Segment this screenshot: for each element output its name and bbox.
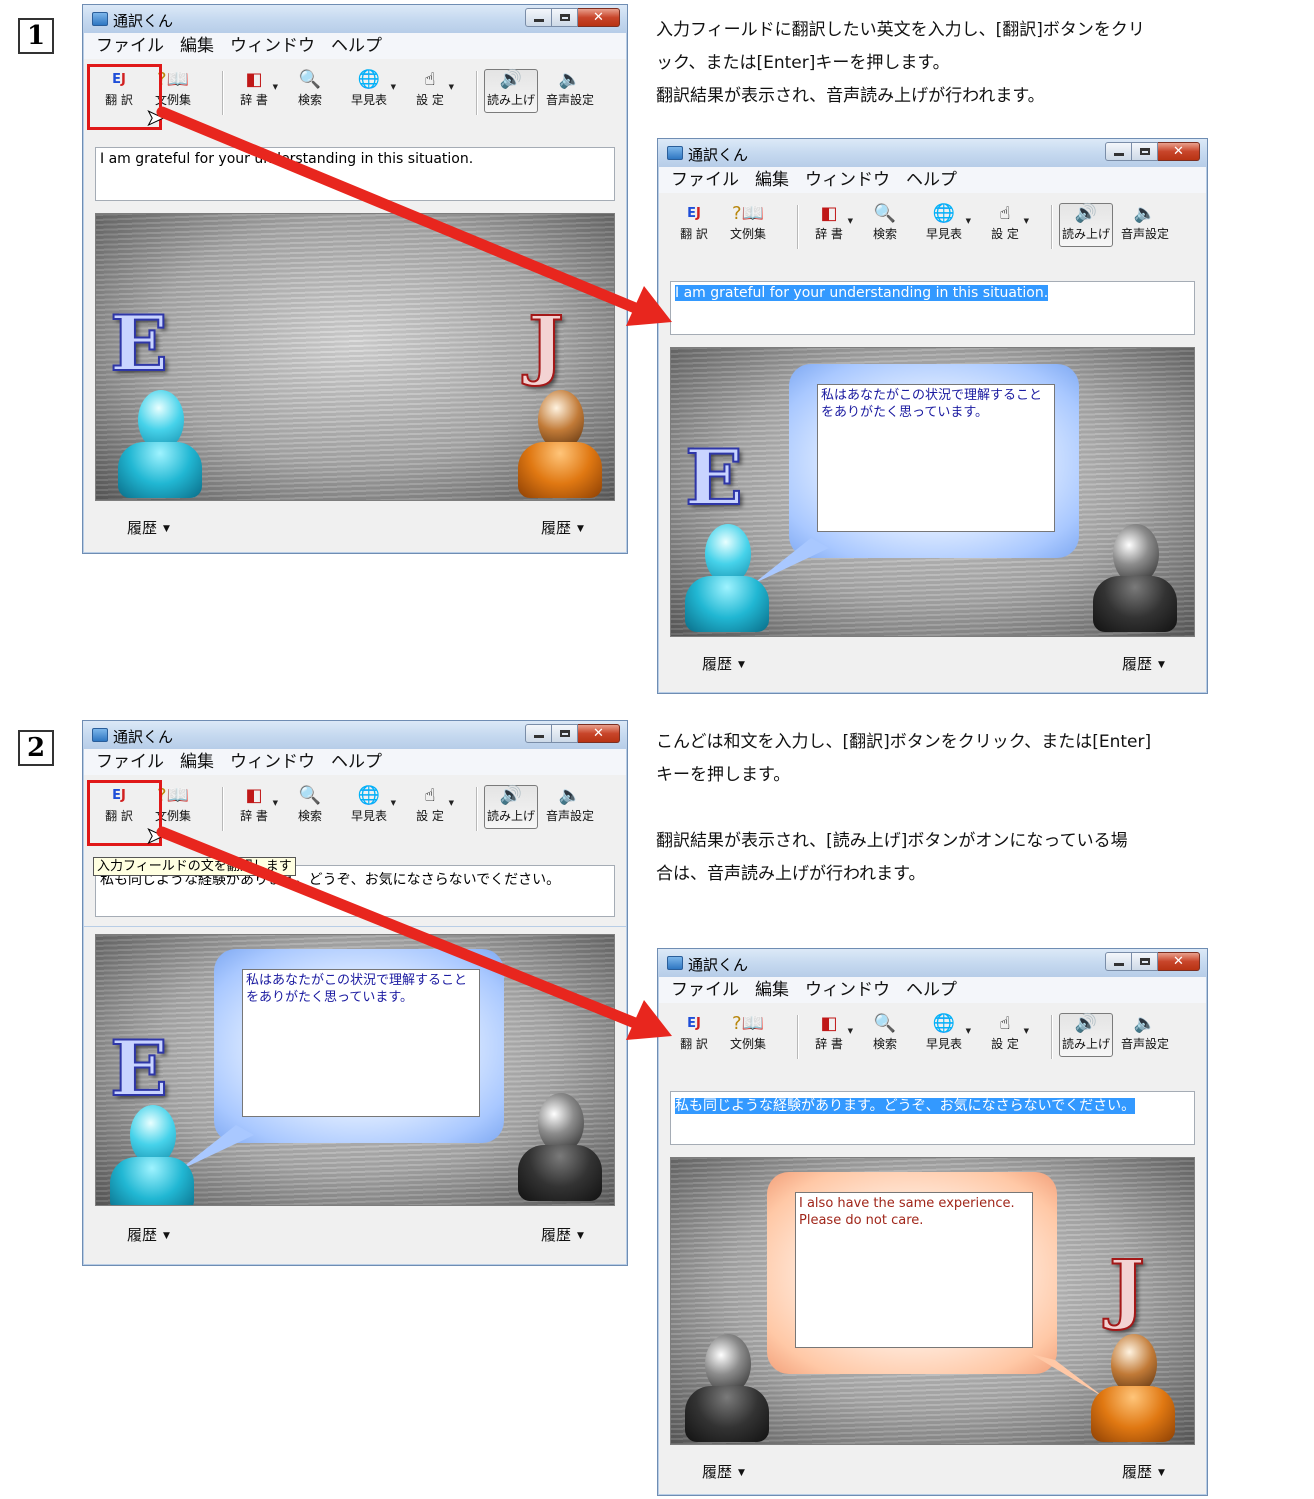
arrow-step-2	[156, 826, 672, 1040]
annotation-arrows	[156, 106, 672, 1040]
arrow-step-1	[156, 106, 672, 326]
